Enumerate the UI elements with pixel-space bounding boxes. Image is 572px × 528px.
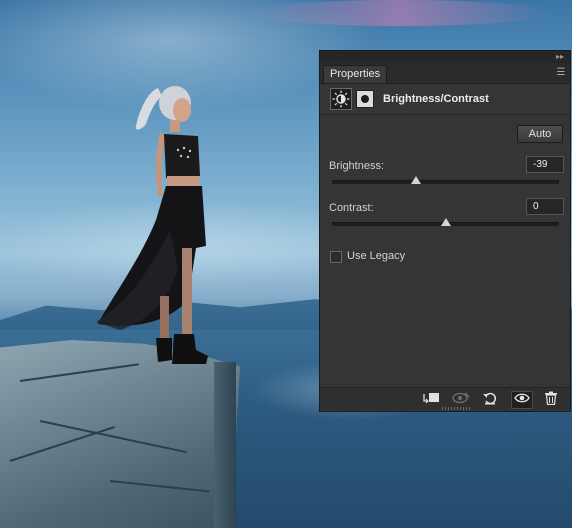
tab-properties[interactable]: Properties (323, 65, 388, 83)
use-legacy-label: Use Legacy (347, 250, 406, 262)
brightness-slider-thumb[interactable] (410, 176, 421, 184)
panel-tab-bar: Properties ☰ (320, 63, 570, 84)
clip-to-layer-icon[interactable] (421, 391, 441, 407)
double-chevron-right-icon[interactable]: ▸▸ (554, 51, 566, 63)
adjustment-title: Brightness/Contrast (383, 93, 489, 105)
panel-menu-icon[interactable]: ☰ (554, 66, 568, 80)
panel-top-bar: ▸▸ (320, 51, 570, 63)
contrast-value-field[interactable]: 0 (526, 198, 564, 215)
tab-properties-label: Properties (330, 68, 381, 80)
adjustment-header: Brightness/Contrast (320, 84, 570, 115)
panel-resize-grip[interactable] (442, 407, 470, 410)
contrast-label: Contrast: (329, 202, 374, 214)
layer-mask-icon[interactable] (356, 90, 374, 108)
trash-icon[interactable] (541, 391, 561, 407)
contrast-slider-thumb[interactable] (440, 218, 451, 226)
brightness-slider-track[interactable] (332, 176, 559, 184)
use-legacy-checkbox[interactable] (330, 251, 342, 263)
brightness-value-field[interactable]: -39 (526, 156, 564, 173)
eye-icon[interactable] (511, 391, 533, 409)
contrast-slider-track[interactable] (332, 218, 559, 226)
view-previous-state-icon[interactable] (451, 391, 471, 407)
brightness-contrast-icon[interactable] (330, 88, 352, 110)
brightness-label: Brightness: (329, 160, 385, 172)
properties-panel: ▸▸ Properties ☰ Brightness/Contrast Auto… (319, 50, 571, 412)
auto-button[interactable]: Auto (517, 125, 563, 143)
reset-icon[interactable] (480, 391, 500, 407)
